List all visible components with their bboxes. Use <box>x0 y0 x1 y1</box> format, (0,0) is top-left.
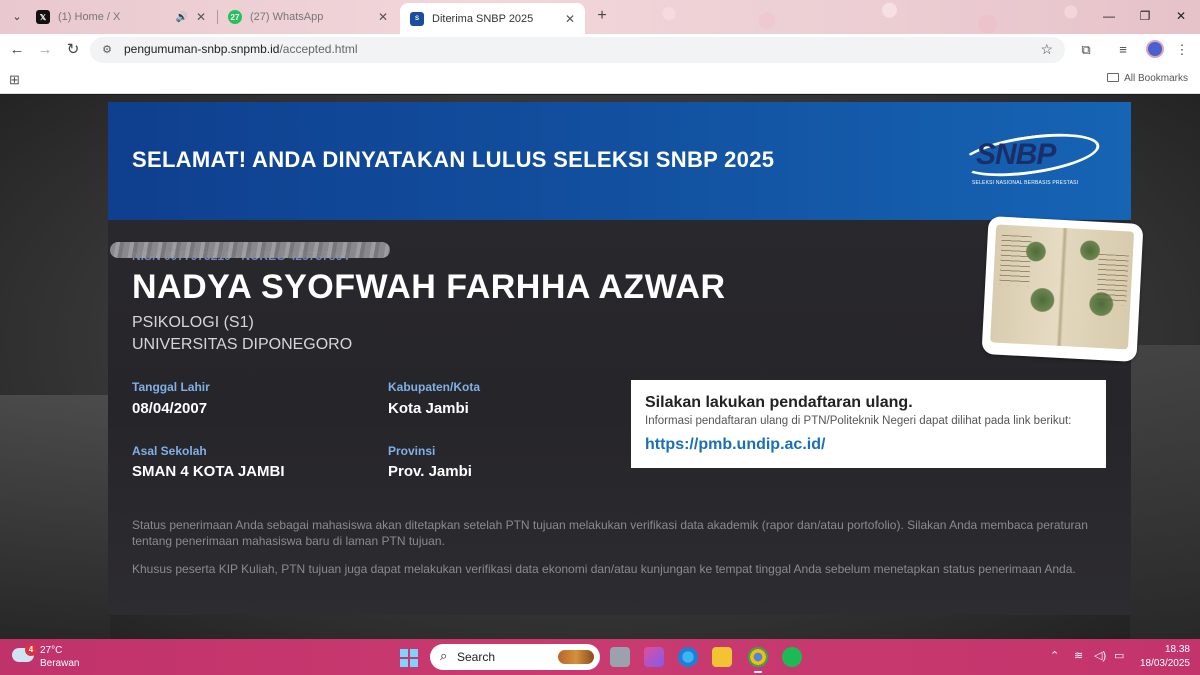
url-text[interactable]: pengumuman-snbp.snpmb.id/accepted.html <box>124 42 357 56</box>
spotify-icon[interactable] <box>782 647 802 667</box>
volume-icon[interactable]: ◁) <box>1094 649 1106 662</box>
university-name: UNIVERSITAS DIPONEGORO <box>132 336 353 353</box>
status-note: Status penerimaan Anda sebagai mahasiswa… <box>132 518 1088 548</box>
back-arrow-icon[interactable]: ← <box>6 39 28 61</box>
windows-start-icon[interactable] <box>400 649 418 667</box>
chevron-up-icon[interactable]: ⌃ <box>1050 649 1059 662</box>
school-label: Asal Sekolah <box>132 444 207 458</box>
tab-whatsapp[interactable]: 27 (27) WhatsApp ✕ <box>218 4 398 30</box>
background-blur-shape <box>0 395 110 639</box>
restore-icon[interactable]: ❐ <box>1134 6 1156 26</box>
province-label: Provinsi <box>388 444 436 458</box>
banner-title: SELAMAT! ANDA DINYATAKAN LULUS SELEKSI S… <box>132 147 775 172</box>
snbp-logo: SNBP SELEKSI NASIONAL BERBASIS PRESTASI <box>958 126 1108 192</box>
tab-search-chevron-icon[interactable]: ⌄ <box>8 8 26 26</box>
folder-icon <box>1107 73 1120 82</box>
tab-close-icon[interactable]: ✕ <box>378 10 388 24</box>
background-blur-shape <box>1130 345 1200 639</box>
wifi-icon[interactable]: ≋ <box>1074 649 1083 662</box>
site-info-icon[interactable]: ⚙ <box>100 43 114 57</box>
speaker-icon[interactable]: 🔊 <box>175 12 187 23</box>
media-control-icon[interactable]: ≡ <box>1113 40 1133 60</box>
tab-close-icon[interactable]: ✕ <box>565 12 575 26</box>
redaction-scribble <box>110 242 390 258</box>
open-book-illustration <box>990 224 1135 350</box>
re-registration-link[interactable]: https://pmb.undip.ac.id/ <box>645 436 825 454</box>
page-background: SELAMAT! ANDA DINYATAKAN LULUS SELEKSI S… <box>0 95 1200 639</box>
book-sticker-image <box>981 216 1144 362</box>
search-icon: ⌕ <box>440 648 448 663</box>
re-registration-box: Silakan lakukan pendaftaran ulang. Infor… <box>631 380 1106 468</box>
minimize-icon[interactable]: — <box>1098 6 1120 26</box>
all-bookmarks-button[interactable]: All Bookmarks <box>1107 73 1188 84</box>
whatsapp-icon: 27 <box>228 10 242 24</box>
task-view-icon[interactable] <box>610 647 630 667</box>
city-value: Kota Jambi <box>388 400 469 417</box>
snbp-favicon: S <box>410 11 424 26</box>
weather-badge: 4 <box>25 644 37 656</box>
tab-snbp[interactable]: S Diterima SNBP 2025 ✕ <box>400 3 585 34</box>
announcement-banner: SELAMAT! ANDA DINYATAKAN LULUS SELEKSI S… <box>108 102 1131 220</box>
tab-close-icon[interactable]: ✕ <box>196 10 206 24</box>
program-name: PSIKOLOGI (S1) <box>132 314 254 331</box>
battery-icon[interactable]: ▭ <box>1114 649 1124 662</box>
province-value: Prov. Jambi <box>388 463 472 480</box>
re-registration-description: Informasi pendaftaran ulang di PTN/Polit… <box>645 415 1072 427</box>
edge-browser-icon[interactable] <box>678 647 698 667</box>
system-clock[interactable]: 18.38 18/03/2025 <box>1130 643 1190 671</box>
temperature-text: 27°C <box>40 645 63 656</box>
tabstrip-floral-theme <box>620 0 1110 34</box>
file-explorer-icon[interactable] <box>712 647 732 667</box>
announcement-card: SELAMAT! ANDA DINYATAKAN LULUS SELEKSI S… <box>108 102 1131 615</box>
chrome-icon[interactable] <box>748 647 768 673</box>
forward-arrow-icon[interactable]: → <box>34 39 56 61</box>
taskbar-search[interactable]: ⌕ Search <box>430 644 600 670</box>
school-value: SMAN 4 KOTA JAMBI <box>132 463 285 480</box>
kebab-menu-icon[interactable]: ⋮ <box>1172 40 1192 60</box>
profile-avatar[interactable] <box>1146 40 1164 58</box>
bookmarks-bar: ⊞ All Bookmarks <box>0 66 1200 94</box>
student-name: NADYA SYOFWAH FARHHA AZWAR <box>132 268 726 306</box>
address-bar[interactable]: ⚙ pengumuman-snbp.snpmb.id/accepted.html… <box>90 37 1065 63</box>
extensions-puzzle-icon[interactable]: ⧉ <box>1076 40 1096 60</box>
kip-note: Khusus peserta KIP Kuliah, PTN tujuan ju… <box>132 562 1076 576</box>
birth-date-label: Tanggal Lahir <box>132 380 210 394</box>
search-highlight-illustration <box>558 650 594 664</box>
tab-strip: ⌄ 𝕏 (1) Home / X 🔊 ✕ 27 (27) WhatsApp ✕ … <box>0 0 1200 34</box>
copilot-icon[interactable] <box>644 647 664 667</box>
weather-widget[interactable]: 4 27°C Berawan <box>12 643 92 671</box>
birth-date-value: 08/04/2007 <box>132 400 208 417</box>
weather-condition: Berawan <box>40 658 80 669</box>
reload-icon[interactable]: ↻ <box>62 39 84 61</box>
windows-taskbar: 4 27°C Berawan ⌕ Search ⌃ ≋ ◁) ▭ 18.38 1… <box>0 639 1200 675</box>
x-logo-icon: 𝕏 <box>36 10 50 24</box>
new-tab-plus-icon[interactable]: + <box>592 6 612 26</box>
bookmark-star-icon[interactable]: ☆ <box>1040 41 1053 58</box>
tab-x-home[interactable]: 𝕏 (1) Home / X 🔊 ✕ <box>26 4 216 30</box>
re-registration-title: Silakan lakukan pendaftaran ulang. <box>645 394 913 411</box>
city-label: Kabupaten/Kota <box>388 380 481 394</box>
apps-grid-icon[interactable]: ⊞ <box>9 72 20 88</box>
window-close-icon[interactable]: ✕ <box>1170 6 1192 26</box>
browser-toolbar: ← → ↻ ⚙ pengumuman-snbp.snpmb.id/accepte… <box>0 34 1200 66</box>
